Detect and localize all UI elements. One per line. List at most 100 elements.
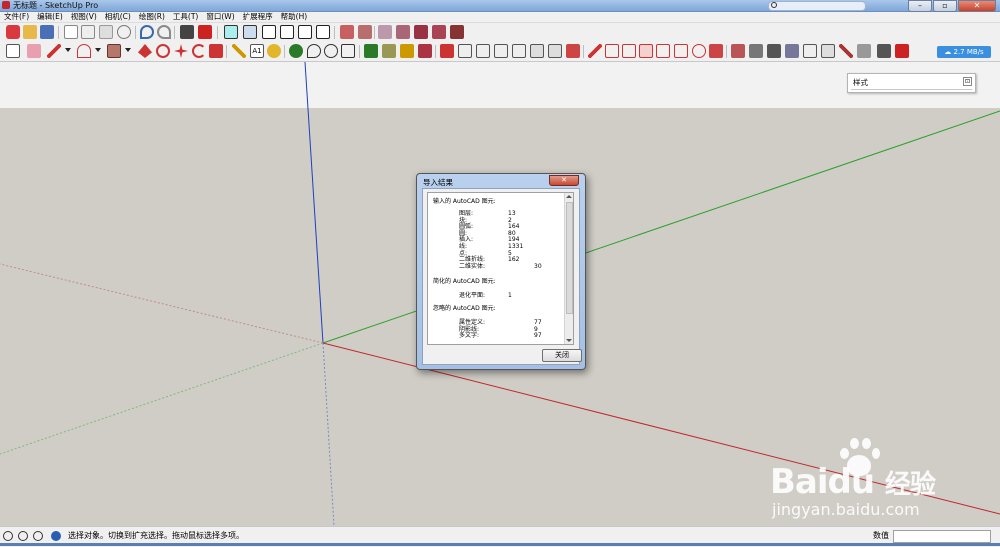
copy-icon[interactable]: [81, 25, 95, 39]
dialog-close-button[interactable]: ✕: [549, 175, 579, 186]
add-location-icon[interactable]: [785, 44, 799, 58]
styles-panel-toggle[interactable]: ⊡: [963, 77, 972, 86]
back-view-icon[interactable]: [298, 25, 312, 39]
monochrome-icon[interactable]: [450, 25, 464, 39]
toggle-terrain-icon[interactable]: [803, 44, 817, 58]
select-arrow-icon[interactable]: [6, 44, 20, 58]
sandbox-add-detail-icon[interactable]: [530, 44, 544, 58]
scale-icon[interactable]: [209, 44, 223, 58]
import-report-text[interactable]: 输入的 AutoCAD 图元: 图层: 13 块: 2 圆弧: 164 圆: 8…: [427, 192, 574, 345]
photo-textures-icon[interactable]: [821, 44, 835, 58]
rotate-icon[interactable]: [192, 44, 206, 58]
solid-trim-icon[interactable]: [656, 44, 670, 58]
menu-window[interactable]: 窗口(W): [202, 12, 238, 22]
sandbox-smoove-icon[interactable]: [440, 44, 454, 58]
scroll-up-icon[interactable]: [566, 195, 572, 198]
zoom-extents-icon[interactable]: [341, 44, 355, 58]
print-icon[interactable]: [180, 25, 194, 39]
solid-tools-icon[interactable]: [692, 44, 706, 58]
rectangle-icon[interactable]: [107, 44, 121, 58]
line-pencil-icon[interactable]: [47, 44, 61, 58]
position-camera-icon[interactable]: [749, 44, 763, 58]
wireframe-icon[interactable]: [378, 25, 392, 39]
scroll-down-icon[interactable]: [566, 339, 572, 342]
close-dialog-button[interactable]: 关闭: [542, 349, 582, 362]
sandbox-contours-icon[interactable]: [458, 44, 472, 58]
tape-measure-icon[interactable]: [232, 44, 246, 58]
ruby-console-icon[interactable]: [895, 44, 909, 58]
menu-edit[interactable]: 编辑(E): [33, 12, 67, 22]
styles-panel[interactable]: 样式 ⊡: [847, 73, 976, 93]
redo-icon[interactable]: [157, 25, 171, 39]
save-icon[interactable]: [40, 25, 54, 39]
section-plane-icon[interactable]: [566, 44, 580, 58]
user-account-icon[interactable]: [33, 531, 43, 541]
orbit-icon[interactable]: [289, 44, 303, 58]
open-file-icon[interactable]: [23, 25, 37, 39]
menu-extensions[interactable]: 扩展程序: [239, 12, 277, 22]
sandbox-flip-edge-icon[interactable]: [548, 44, 562, 58]
components-icon[interactable]: [382, 44, 396, 58]
back-edges-icon[interactable]: [358, 25, 372, 39]
maximize-button[interactable]: ▫: [933, 0, 957, 12]
search-box[interactable]: [768, 1, 866, 11]
iso-view-icon[interactable]: [224, 25, 238, 39]
paste-icon[interactable]: [99, 25, 113, 39]
chevron-down-icon[interactable]: [95, 48, 101, 52]
cut-icon[interactable]: [64, 25, 78, 39]
report-scrollbar[interactable]: [564, 193, 573, 344]
extension-warehouse-icon[interactable]: [400, 44, 414, 58]
model-info-icon[interactable]: [198, 25, 212, 39]
help-instructor-icon[interactable]: [51, 531, 61, 541]
axes-tool-icon[interactable]: [877, 44, 891, 58]
menu-camera[interactable]: 相机(C): [101, 12, 135, 22]
solid-subtract-icon[interactable]: [639, 44, 653, 58]
offset-icon[interactable]: [709, 44, 723, 58]
menu-tools[interactable]: 工具(T): [169, 12, 202, 22]
zoom-icon[interactable]: [324, 44, 338, 58]
menu-file[interactable]: 文件(F): [0, 12, 33, 22]
close-window-button[interactable]: ✕: [958, 0, 996, 12]
walk-icon[interactable]: [731, 44, 745, 58]
top-view-icon[interactable]: [243, 25, 257, 39]
solid-union-icon[interactable]: [622, 44, 636, 58]
menu-help[interactable]: 帮助(H): [277, 12, 312, 22]
erase-icon[interactable]: [117, 25, 131, 39]
right-view-icon[interactable]: [280, 25, 294, 39]
sandbox-drape-icon[interactable]: [512, 44, 526, 58]
sandbox-stamp-icon[interactable]: [494, 44, 508, 58]
measurements-input[interactable]: [893, 530, 991, 543]
follow-me-icon[interactable]: [156, 44, 170, 58]
front-view-icon[interactable]: [262, 25, 276, 39]
pan-icon[interactable]: [307, 44, 321, 58]
look-around-icon[interactable]: [767, 44, 781, 58]
scroll-thumb[interactable]: [566, 202, 573, 314]
move-icon[interactable]: [174, 44, 188, 58]
hidden-line-icon[interactable]: [396, 25, 410, 39]
sandbox-grid-icon[interactable]: [476, 44, 490, 58]
push-pull-icon[interactable]: [138, 44, 152, 58]
new-file-icon[interactable]: [6, 25, 20, 39]
shaded-icon[interactable]: [414, 25, 428, 39]
eraser-icon[interactable]: [27, 44, 41, 58]
chevron-down-icon[interactable]: [125, 48, 131, 52]
menu-view[interactable]: 视图(V): [67, 12, 101, 22]
minimize-button[interactable]: –: [908, 0, 932, 12]
undo-icon[interactable]: [140, 25, 154, 39]
paint-bucket-icon[interactable]: [267, 44, 281, 58]
solid-split-icon[interactable]: [674, 44, 688, 58]
shaded-textures-icon[interactable]: [432, 25, 446, 39]
layout-icon[interactable]: [418, 44, 432, 58]
protractor-icon[interactable]: [857, 44, 871, 58]
chevron-down-icon[interactable]: [65, 48, 71, 52]
xray-icon[interactable]: [340, 25, 354, 39]
left-view-icon[interactable]: [316, 25, 330, 39]
3d-warehouse-icon[interactable]: [364, 44, 378, 58]
credits-icon[interactable]: [18, 531, 28, 541]
geolocation-icon[interactable]: [3, 531, 13, 541]
text-tool-icon[interactable]: A1: [250, 44, 264, 58]
dimension-icon[interactable]: [839, 44, 853, 58]
arc-icon[interactable]: [77, 44, 91, 58]
menu-draw[interactable]: 绘图(R): [135, 12, 169, 22]
solid-outer-shell-icon[interactable]: [588, 44, 602, 58]
